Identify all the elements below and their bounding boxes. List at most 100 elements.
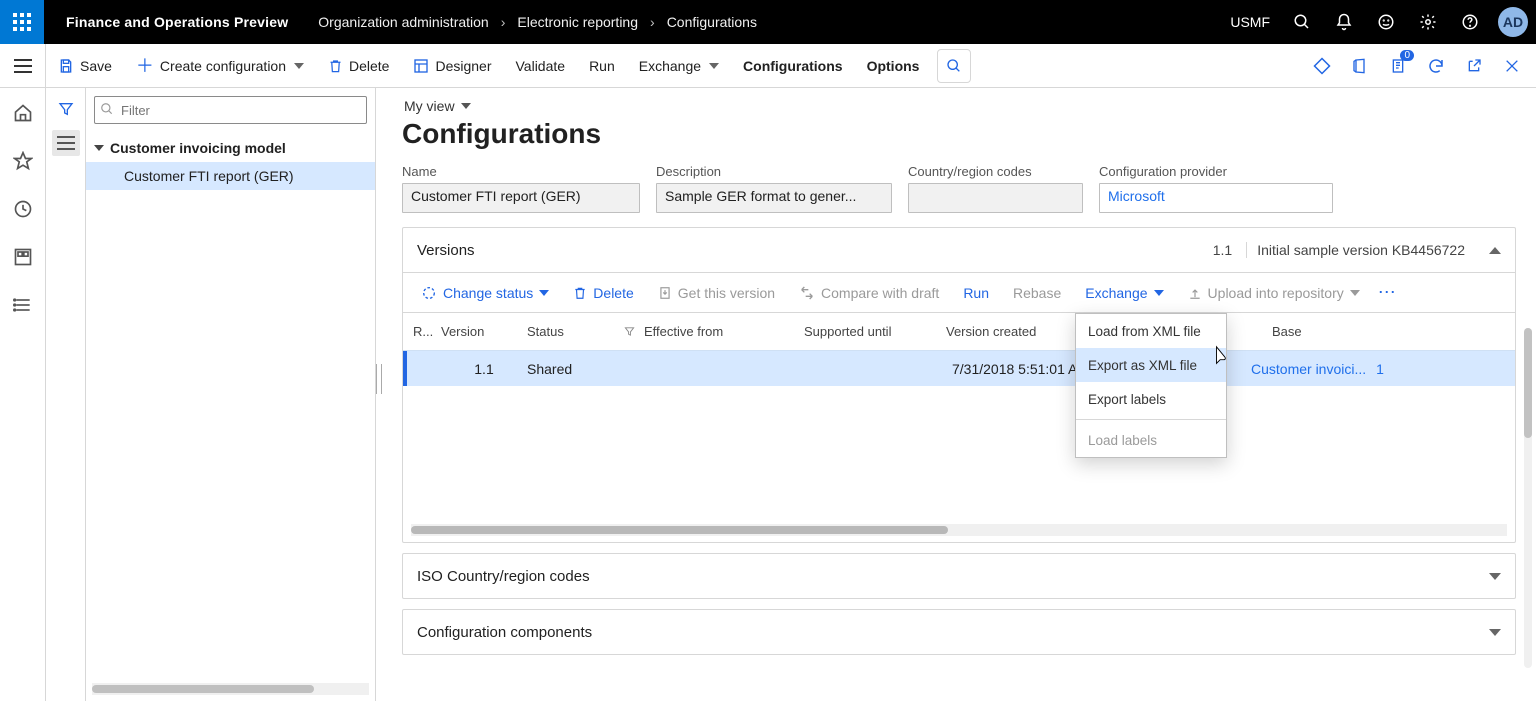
menu-export-labels[interactable]: Export labels (1076, 382, 1226, 416)
workspaces-icon[interactable] (8, 242, 38, 272)
chevron-down-icon (539, 290, 549, 296)
filter-icon[interactable] (623, 326, 636, 337)
components-title: Configuration components (417, 624, 592, 641)
col-version[interactable]: Version (441, 324, 527, 339)
get-version-button: Get this version (648, 276, 785, 310)
compare-label: Compare with draft (821, 285, 939, 301)
clock-icon[interactable] (8, 194, 38, 224)
exchange-version-button[interactable]: Exchange (1075, 276, 1173, 310)
avatar[interactable]: AD (1498, 7, 1528, 37)
smile-icon[interactable] (1368, 0, 1404, 44)
versions-header[interactable]: Versions 1.1 Initial sample version KB44… (403, 228, 1515, 272)
action-pane: Save ＋ Create configuration Delete Desig… (0, 44, 1536, 88)
delete-button[interactable]: Delete (316, 44, 401, 88)
save-icon (58, 58, 74, 74)
search-icon[interactable] (1284, 0, 1320, 44)
chevron-down-icon (709, 63, 719, 69)
attachments-icon[interactable]: 0 (1384, 52, 1412, 80)
col-supported[interactable]: Supported until (804, 324, 946, 339)
refresh-icon[interactable] (1422, 52, 1450, 80)
designer-label: Designer (435, 58, 491, 74)
field-provider: Configuration provider Microsoft (1099, 164, 1333, 213)
bell-icon[interactable] (1326, 0, 1362, 44)
chevron-down-icon (1489, 629, 1501, 636)
list-icon[interactable] (52, 130, 80, 156)
gear-icon[interactable] (1410, 0, 1446, 44)
tree-filter-input[interactable] (94, 96, 367, 124)
compare-icon (799, 285, 815, 301)
view-selector[interactable]: My view (404, 98, 1516, 114)
breadcrumb-item[interactable]: Electronic reporting (517, 14, 638, 30)
create-configuration-button[interactable]: ＋ Create configuration (124, 44, 316, 88)
office-icon[interactable] (1346, 52, 1374, 80)
trash-icon (573, 285, 587, 301)
save-button[interactable]: Save (46, 44, 124, 88)
legal-entity[interactable]: USMF (1230, 14, 1270, 30)
description-value[interactable]: Sample GER format to gener... (656, 183, 892, 213)
tree-scrollbar[interactable] (92, 683, 369, 695)
star-icon[interactable] (8, 146, 38, 176)
search-icon (100, 102, 114, 116)
action-search-button[interactable] (937, 49, 971, 83)
menu-load-xml[interactable]: Load from XML file (1076, 314, 1226, 348)
tree-node-root[interactable]: Customer invoicing model (86, 134, 375, 162)
tree-node-leaf[interactable]: Customer FTI report (GER) (86, 162, 375, 190)
cell-created: 7/31/2018 5:51:01 AM (925, 361, 1095, 377)
breadcrumb-item[interactable]: Organization administration (318, 14, 488, 30)
filter-icon[interactable] (52, 96, 80, 122)
run-button[interactable]: Run (577, 44, 627, 88)
col-effective[interactable]: Effective from (644, 324, 804, 339)
change-status-button[interactable]: Change status (411, 276, 559, 310)
provider-value[interactable]: Microsoft (1099, 183, 1333, 213)
validate-label: Validate (516, 58, 566, 74)
upload-icon (1188, 285, 1202, 301)
menu-load-labels: Load labels (1076, 423, 1226, 457)
table-row[interactable]: 1.1 Shared 7/31/2018 5:51:01 AM Customer… (403, 350, 1515, 386)
scrollbar-thumb[interactable] (1524, 328, 1532, 438)
diamond-icon[interactable] (1308, 52, 1336, 80)
delete-label: Delete (349, 58, 389, 74)
versions-current: 1.1 (1213, 242, 1247, 258)
col-r[interactable]: R... (407, 324, 441, 339)
versions-panel: Versions 1.1 Initial sample version KB44… (402, 227, 1516, 543)
close-icon[interactable] (1498, 52, 1526, 80)
caret-down-icon (94, 145, 104, 151)
field-country-codes: Country/region codes (908, 164, 1083, 213)
home-icon[interactable] (8, 98, 38, 128)
options-tab[interactable]: Options (855, 44, 932, 88)
hamburger-button[interactable] (0, 44, 46, 88)
exchange-button[interactable]: Exchange (627, 44, 731, 88)
config-tree[interactable]: Customer invoicing model Customer FTI re… (86, 132, 375, 683)
popout-icon[interactable] (1460, 52, 1488, 80)
cell-base[interactable]: Customer invoici... 1 (1251, 361, 1515, 377)
more-button[interactable]: ⋯ (1374, 282, 1402, 303)
scrollbar-thumb[interactable] (92, 685, 314, 693)
delete-version-button[interactable]: Delete (563, 276, 643, 310)
field-label: Configuration provider (1099, 164, 1333, 179)
designer-button[interactable]: Designer (401, 44, 503, 88)
scrollbar-thumb[interactable] (411, 526, 948, 534)
ccodes-value[interactable] (908, 183, 1083, 213)
rebase-label: Rebase (1013, 285, 1061, 301)
versions-grid-body: 1.1 Shared 7/31/2018 5:51:01 AM Customer… (403, 350, 1515, 520)
help-icon[interactable] (1452, 0, 1488, 44)
modules-icon[interactable] (8, 290, 38, 320)
page-scrollbar[interactable] (1524, 328, 1532, 668)
components-header[interactable]: Configuration components (403, 610, 1515, 654)
col-status[interactable]: Status (527, 324, 623, 339)
iso-header[interactable]: ISO Country/region codes (403, 554, 1515, 598)
change-status-label: Change status (443, 285, 533, 301)
run-version-button[interactable]: Run (953, 276, 999, 310)
grid-scrollbar[interactable] (411, 524, 1507, 536)
col-base[interactable]: Base (1272, 324, 1515, 339)
menu-export-xml[interactable]: Export as XML file (1076, 348, 1226, 382)
versions-current-desc: Initial sample version KB4456722 (1257, 242, 1465, 258)
breadcrumb-item[interactable]: Configurations (667, 14, 757, 30)
app-launcher-button[interactable] (0, 0, 44, 44)
doc-icon (658, 285, 672, 301)
validate-button[interactable]: Validate (504, 44, 578, 88)
iso-panel: ISO Country/region codes (402, 553, 1516, 599)
configurations-tab[interactable]: Configurations (731, 44, 855, 88)
rebase-button: Rebase (1003, 276, 1071, 310)
name-value[interactable]: Customer FTI report (GER) (402, 183, 640, 213)
